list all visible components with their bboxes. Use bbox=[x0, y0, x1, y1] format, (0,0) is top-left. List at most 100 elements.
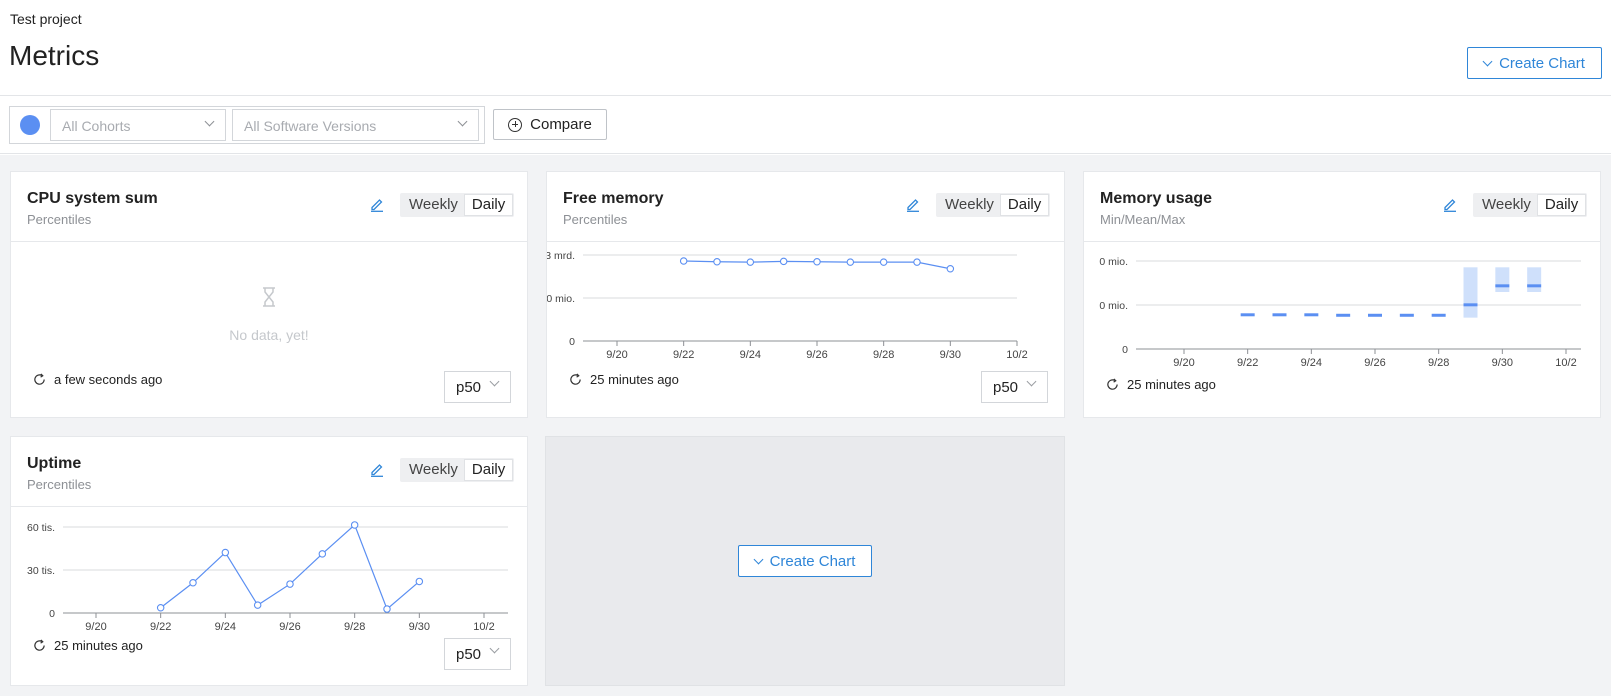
refresh-icon[interactable] bbox=[33, 373, 46, 386]
x-tick-label: 9/26 bbox=[806, 349, 827, 361]
create-chart-button[interactable]: Create Chart bbox=[738, 545, 872, 577]
refresh-status: 25 minutes ago bbox=[33, 638, 143, 653]
software-versions-select-value: All Software Versions bbox=[244, 118, 377, 134]
memory-usage-chart: 0 0 mio. 0 mio. 9/20 9/22 9/24 9/26 9/28 9/30 10/… bbox=[1099, 256, 1581, 369]
interval-toggle: Weekly Daily bbox=[1473, 193, 1588, 217]
edit-pencil-icon[interactable] bbox=[369, 196, 385, 212]
interval-toggle: Weekly Daily bbox=[936, 193, 1051, 217]
percentile-value: p50 bbox=[993, 379, 1019, 396]
refresh-status: 25 minutes ago bbox=[1106, 377, 1216, 392]
cohort-color-dot[interactable] bbox=[20, 115, 40, 135]
x-tick-label: 9/26 bbox=[279, 621, 300, 633]
y-tick-label: 0 mio. bbox=[1099, 256, 1128, 268]
create-chart-label: Create Chart bbox=[1499, 54, 1585, 72]
chart-card-uptime: Uptime Percentiles Weekly Daily 0 30 tis.… bbox=[10, 436, 528, 686]
refresh-time: 25 minutes ago bbox=[54, 638, 143, 653]
card-subtitle: Percentiles bbox=[27, 212, 92, 227]
x-tick-label: 9/30 bbox=[1492, 357, 1513, 369]
software-versions-select[interactable]: All Software Versions bbox=[232, 109, 479, 141]
create-chart-label: Create Chart bbox=[769, 552, 856, 570]
data-point bbox=[189, 579, 197, 587]
toggle-daily[interactable]: Daily bbox=[464, 195, 513, 215]
data-point bbox=[779, 257, 788, 266]
range-bar bbox=[1495, 267, 1510, 292]
y-tick-label: 60 tis. bbox=[27, 522, 55, 534]
data-point bbox=[350, 521, 359, 529]
page-header: Test project Metrics Create Chart bbox=[0, 0, 1611, 96]
x-tick-label: 9/20 bbox=[606, 349, 627, 361]
data-point bbox=[913, 258, 921, 266]
refresh-icon[interactable] bbox=[33, 639, 46, 652]
toggle-weekly[interactable]: Weekly bbox=[402, 460, 465, 480]
refresh-icon[interactable] bbox=[1106, 378, 1119, 391]
data-point bbox=[415, 577, 424, 586]
project-name: Test project bbox=[10, 11, 82, 27]
chevron-down-icon bbox=[489, 643, 500, 654]
chevron-down-icon bbox=[489, 376, 500, 387]
refresh-status: 25 minutes ago bbox=[569, 372, 679, 387]
data-point bbox=[383, 605, 391, 613]
chevron-down-icon bbox=[204, 116, 215, 127]
cohorts-select[interactable]: All Cohorts bbox=[50, 109, 226, 141]
data-point bbox=[679, 257, 688, 265]
empty-message: No data, yet! bbox=[229, 327, 309, 343]
percentile-select[interactable]: p50 bbox=[444, 371, 511, 403]
x-tick-label: 9/28 bbox=[873, 349, 894, 361]
empty-chart-slot: Create Chart bbox=[545, 436, 1065, 686]
card-title: Uptime bbox=[27, 455, 82, 472]
percentile-select[interactable]: p50 bbox=[981, 371, 1048, 403]
refresh-time: 25 minutes ago bbox=[590, 372, 679, 387]
data-point bbox=[156, 603, 165, 612]
data-point bbox=[946, 264, 955, 273]
y-tick-label: 30 tis. bbox=[27, 565, 55, 577]
x-tick-label: 9/24 bbox=[215, 621, 236, 633]
compare-label: Compare bbox=[530, 116, 592, 133]
data-point bbox=[253, 601, 262, 609]
free-memory-chart: 0 0 mio. 3 mrd. 9/20 9/22 9/24 9/26 9/28 9/30 10/… bbox=[547, 250, 1028, 361]
series-line bbox=[160, 523, 420, 611]
y-tick-label: 0 bbox=[49, 608, 55, 620]
x-tick-label: 9/30 bbox=[940, 349, 961, 361]
data-point bbox=[286, 580, 294, 588]
percentile-value: p50 bbox=[456, 379, 482, 396]
x-tick-label: 9/30 bbox=[409, 621, 430, 633]
y-tick-label: 0 bbox=[569, 336, 575, 348]
cohorts-select-value: All Cohorts bbox=[62, 118, 131, 134]
y-tick-label: 0 mio. bbox=[1099, 300, 1128, 312]
card-divider bbox=[11, 241, 527, 242]
x-tick-label: 10/2 bbox=[1006, 349, 1027, 361]
create-chart-button[interactable]: Create Chart bbox=[1467, 47, 1602, 79]
refresh-status: a few seconds ago bbox=[33, 372, 162, 387]
chart-card-cpu-system-sum: CPU system sum Percentiles Weekly Daily … bbox=[10, 171, 528, 418]
x-tick-label: 10/2 bbox=[473, 621, 494, 633]
card-title: Free memory bbox=[563, 190, 664, 207]
data-point bbox=[879, 258, 888, 266]
x-tick-label: 9/22 bbox=[150, 621, 171, 633]
refresh-icon[interactable] bbox=[569, 373, 582, 386]
x-tick-label: 9/24 bbox=[740, 349, 761, 361]
compare-button[interactable]: Compare bbox=[493, 109, 607, 140]
card-title: CPU system sum bbox=[27, 190, 158, 207]
toggle-daily[interactable]: Daily bbox=[1537, 195, 1586, 215]
y-tick-label: 0 mio. bbox=[547, 293, 575, 305]
toggle-daily[interactable]: Daily bbox=[1000, 195, 1049, 215]
x-tick-label: 9/22 bbox=[673, 349, 694, 361]
edit-pencil-icon[interactable] bbox=[369, 461, 385, 477]
toggle-daily[interactable]: Daily bbox=[464, 460, 513, 480]
toggle-weekly[interactable]: Weekly bbox=[1475, 195, 1538, 215]
edit-pencil-icon[interactable] bbox=[905, 196, 921, 212]
data-point bbox=[318, 550, 327, 558]
refresh-time: a few seconds ago bbox=[54, 372, 163, 387]
edit-pencil-icon[interactable] bbox=[1442, 196, 1458, 212]
data-point bbox=[846, 258, 855, 266]
range-bar bbox=[1527, 267, 1542, 292]
x-tick-label: 9/28 bbox=[344, 621, 365, 633]
plus-circle-icon bbox=[508, 117, 523, 132]
data-point bbox=[221, 548, 230, 557]
toggle-weekly[interactable]: Weekly bbox=[938, 195, 1001, 215]
percentile-select[interactable]: p50 bbox=[444, 638, 511, 670]
interval-toggle: Weekly Daily bbox=[400, 458, 515, 482]
data-point bbox=[746, 258, 755, 266]
toggle-weekly[interactable]: Weekly bbox=[402, 195, 465, 215]
card-title: Memory usage bbox=[1100, 190, 1213, 207]
